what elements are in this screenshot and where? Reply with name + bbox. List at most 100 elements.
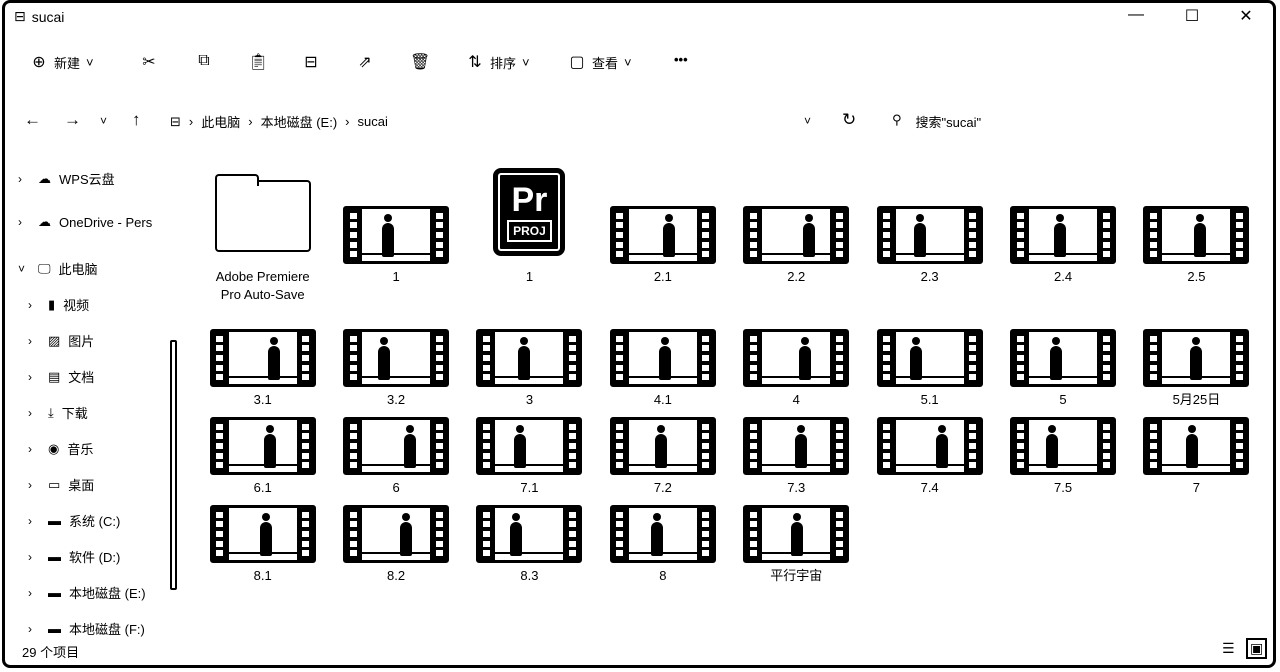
breadcrumb-item[interactable]: sucai (358, 114, 388, 129)
sidebar-item[interactable]: › ▬ 系统 (C:) (28, 511, 120, 530)
film-sprocket (1146, 420, 1161, 472)
file-item[interactable]: 2.2 (730, 160, 863, 325)
thumbnail (876, 325, 983, 387)
sidebar-scrollbar[interactable] (170, 340, 177, 590)
sidebar-item[interactable]: › ▭ 桌面 (28, 475, 94, 494)
chevron-right-icon[interactable]: › (28, 370, 40, 384)
sidebar-item[interactable]: › ▬ 本地磁盘 (F:) (28, 619, 145, 638)
file-item[interactable]: 8.3 (463, 501, 596, 589)
sidebar-item-label: WPS云盘 (59, 172, 115, 187)
chevron-right-icon[interactable]: › (28, 478, 40, 492)
film-sprocket (1146, 332, 1161, 384)
sidebar-item[interactable]: › ☁ WPS云盘 (18, 169, 115, 188)
paste-button[interactable]: 📋︎ (248, 52, 268, 72)
file-item[interactable]: Pr PROJ 1 (463, 160, 596, 325)
film-sprocket (612, 508, 627, 560)
search-input[interactable]: 搜索"sucai" (916, 112, 982, 131)
film-sprocket (879, 420, 894, 472)
more-button[interactable]: ••• (674, 52, 688, 67)
chevron-right-icon[interactable]: › (18, 172, 30, 186)
file-item[interactable]: 8.1 (196, 501, 329, 589)
file-item[interactable]: 6 (329, 413, 462, 501)
chevron-right-icon[interactable]: › (28, 334, 40, 348)
refresh-button[interactable]: ↻ (842, 110, 856, 130)
file-item[interactable]: 平行宇宙 (730, 501, 863, 589)
breadcrumb-item[interactable]: 此电脑 (201, 112, 240, 131)
sidebar-item-icon: ▬ (48, 621, 61, 636)
file-item[interactable]: 8 (596, 501, 729, 589)
video-frame (226, 508, 299, 560)
film-sprocket (1099, 209, 1114, 261)
file-item[interactable]: 2.5 (1130, 160, 1263, 325)
chevron-right-icon[interactable]: › (28, 622, 40, 636)
frame-ground (362, 464, 431, 466)
file-item[interactable]: 2.1 (596, 160, 729, 325)
close-button[interactable]: ✕ (1226, 6, 1266, 26)
copy-button[interactable]: ⧉ (195, 52, 213, 70)
video-frame (626, 508, 699, 560)
new-button[interactable]: ⊕ 新建 ˅ (30, 52, 93, 72)
file-item[interactable]: 7.2 (596, 413, 729, 501)
thumbnail (743, 160, 850, 264)
sidebar-item[interactable]: › ▬ 本地磁盘 (E:) (28, 583, 146, 602)
minimize-button[interactable]: — (1116, 6, 1156, 24)
rename-button[interactable]: ⊟ (302, 52, 320, 72)
file-item[interactable]: 6.1 (196, 413, 329, 501)
large-icons-view-button[interactable]: ▣ (1246, 638, 1268, 659)
chevron-right-icon[interactable]: › (18, 215, 30, 229)
video-thumbnail (609, 417, 716, 475)
file-item[interactable]: 3.2 (329, 325, 462, 413)
film-sprocket (346, 209, 361, 261)
maximize-button[interactable]: ☐ (1172, 6, 1212, 26)
breadcrumb-item[interactable]: 本地磁盘 (E:) (261, 112, 338, 131)
breadcrumb-separator: › (188, 114, 194, 129)
file-item[interactable]: 2.3 (863, 160, 996, 325)
search-box[interactable]: ⚲ 搜索"sucai" (892, 112, 981, 131)
file-item[interactable]: 5月25日 (1130, 325, 1263, 413)
chevron-right-icon[interactable]: › (28, 298, 40, 312)
file-item[interactable]: 4 (730, 325, 863, 413)
file-item[interactable]: 5 (996, 325, 1129, 413)
file-item[interactable]: Adobe Premiere Pro Auto-Save (196, 160, 329, 325)
sidebar-item[interactable]: › ⤓ 下载 (28, 403, 88, 422)
file-item[interactable]: 8.2 (329, 501, 462, 589)
cut-button[interactable]: ✂ (140, 52, 158, 72)
file-name: 2.1 (653, 269, 672, 284)
file-item[interactable]: 7.4 (863, 413, 996, 501)
file-item[interactable]: 7.5 (996, 413, 1129, 501)
sidebar-item[interactable]: ˅ 🖵 此电脑 (18, 259, 98, 278)
sidebar-item[interactable]: › ▮ 视频 (28, 295, 89, 314)
sidebar-item[interactable]: › ◉ 音乐 (28, 439, 93, 458)
details-view-button[interactable]: ☰ (1222, 640, 1235, 657)
thumbnail (1143, 160, 1250, 264)
chevron-right-icon[interactable]: › (28, 442, 40, 456)
chevron-right-icon[interactable]: › (28, 514, 40, 528)
sidebar-item[interactable]: › ☁ OneDrive - Pers (18, 214, 152, 230)
file-item[interactable]: 4.1 (596, 325, 729, 413)
chevron-right-icon[interactable]: › (28, 550, 40, 564)
file-item[interactable]: 3.1 (196, 325, 329, 413)
up-button[interactable]: ↑ (132, 110, 141, 130)
file-item[interactable]: 7 (1130, 413, 1263, 501)
chevron-down-icon[interactable]: ˅ (18, 262, 30, 276)
back-button[interactable]: ← (24, 110, 41, 130)
file-item[interactable]: 5.1 (863, 325, 996, 413)
view-button[interactable]: ▢ 查看 ˅ (568, 52, 631, 72)
file-item[interactable]: 1 (329, 160, 462, 325)
chevron-right-icon[interactable]: › (28, 586, 40, 600)
video-thumbnail (476, 329, 583, 387)
forward-button[interactable]: → (64, 110, 81, 130)
recent-locations-button[interactable]: ˅ (100, 114, 107, 128)
address-dropdown-button[interactable]: ˅ (804, 114, 811, 128)
file-item[interactable]: 7.1 (463, 413, 596, 501)
sidebar-item[interactable]: › ▨ 图片 (28, 331, 94, 350)
sort-button[interactable]: ⇅ 排序 ˅ (466, 52, 529, 72)
file-item[interactable]: 3 (463, 325, 596, 413)
sidebar-item[interactable]: › ▬ 软件 (D:) (28, 547, 120, 566)
delete-button[interactable]: 🗑︎ (410, 52, 430, 72)
chevron-right-icon[interactable]: › (28, 406, 40, 420)
sidebar-item[interactable]: › ▤ 文档 (28, 367, 94, 386)
file-item[interactable]: 2.4 (996, 160, 1129, 325)
file-item[interactable]: 7.3 (730, 413, 863, 501)
share-button[interactable]: ⇗ (356, 52, 374, 72)
